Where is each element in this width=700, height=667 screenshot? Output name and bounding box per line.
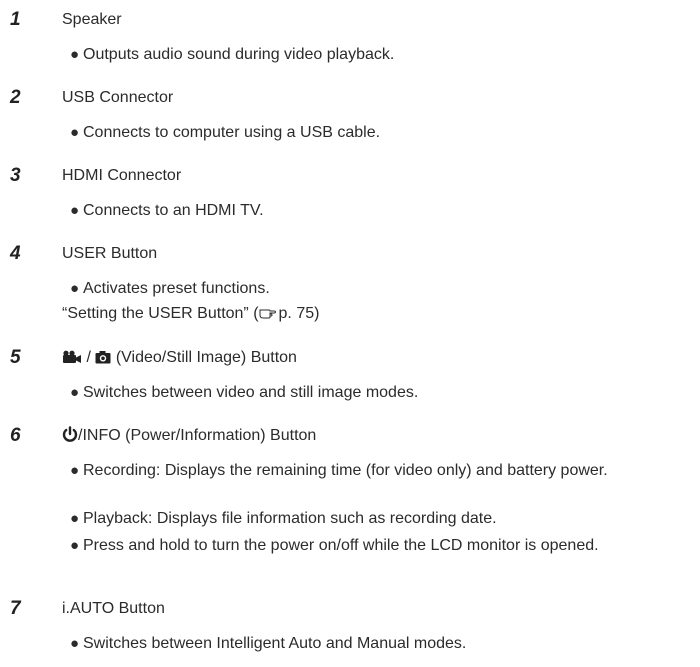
power-icon — [62, 426, 78, 448]
item-title-row: /INFO (Power/Information) Button — [62, 426, 316, 448]
item-title: Speaker — [62, 11, 122, 28]
still-camera-icon — [95, 350, 111, 370]
bullet-text: Connects to an HDMI TV. — [83, 202, 264, 219]
bullet-text: Switches between Intelligent Auto and Ma… — [83, 635, 467, 652]
item-title: /INFO (Power/Information) Button — [78, 427, 317, 444]
item-number: 7 — [10, 598, 21, 619]
bullet-text: Press and hold to turn the power on/off … — [83, 537, 599, 554]
item-number: 6 — [10, 425, 21, 446]
bullet-dot: ● — [70, 462, 80, 479]
item-number: 1 — [10, 9, 21, 30]
bullet-dot: ● — [70, 124, 80, 141]
bullet-text: Outputs audio sound during video playbac… — [83, 46, 395, 63]
bullet-text: Recording: Displays the remaining time (… — [83, 462, 608, 479]
item-title: i.AUTO Button — [62, 600, 165, 617]
item-title-row: / (Video/Still Image) Button — [62, 348, 297, 370]
bullet-dot: ● — [70, 537, 80, 554]
reference-text: “Setting the USER Button” ( — [62, 305, 259, 322]
pointing-hand-icon — [259, 305, 276, 325]
item-number: 2 — [10, 87, 21, 108]
bullet-text: Switches between video and still image m… — [83, 384, 419, 401]
cross-reference-link[interactable]: “Setting the USER Button” ( p. 75) — [62, 304, 319, 325]
item-number: 3 — [10, 165, 21, 186]
bullet-dot: ● — [70, 384, 80, 401]
item-title: HDMI Connector — [62, 167, 182, 184]
item-number: 4 — [10, 243, 21, 264]
bullet-text: Playback: Displays file information such… — [83, 510, 497, 527]
bullet-dot: ● — [70, 46, 80, 63]
title-separator: / — [86, 349, 91, 366]
item-title: (Video/Still Image) Button — [115, 349, 297, 366]
bullet-text: Activates preset functions. — [83, 280, 270, 297]
video-camera-icon — [62, 350, 82, 370]
reference-page: p. 75) — [278, 305, 320, 322]
bullet-text: Connects to computer using a USB cable. — [83, 124, 381, 141]
bullet-dot: ● — [70, 635, 80, 652]
item-title: USB Connector — [62, 89, 174, 106]
item-title: USER Button — [62, 245, 158, 262]
bullet-dot: ● — [70, 280, 80, 297]
item-number: 5 — [10, 347, 21, 368]
bullet-dot: ● — [70, 202, 80, 219]
bullet-dot: ● — [70, 510, 80, 527]
